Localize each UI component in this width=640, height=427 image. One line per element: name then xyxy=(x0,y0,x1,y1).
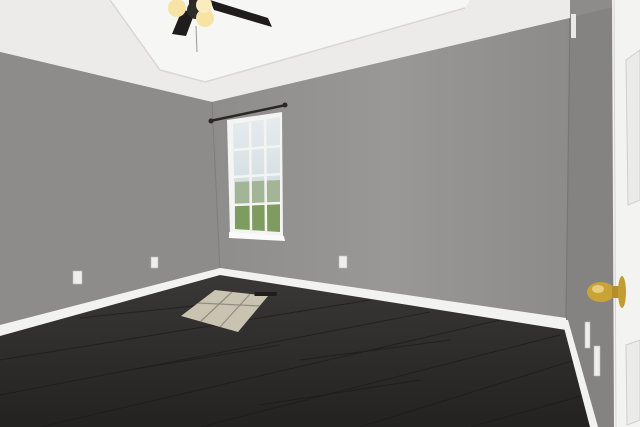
outlet-left-wall xyxy=(72,270,83,285)
outlet-right-wall xyxy=(584,321,591,349)
window-icon xyxy=(227,112,285,241)
outlet-back-wall xyxy=(338,255,348,269)
outlet-left-wall-2 xyxy=(150,256,159,269)
switch-right-wall xyxy=(593,345,601,377)
room-photo xyxy=(0,0,640,427)
door[interactable] xyxy=(612,0,640,427)
floor-vent xyxy=(254,292,277,296)
thermostat-plate xyxy=(571,14,576,38)
